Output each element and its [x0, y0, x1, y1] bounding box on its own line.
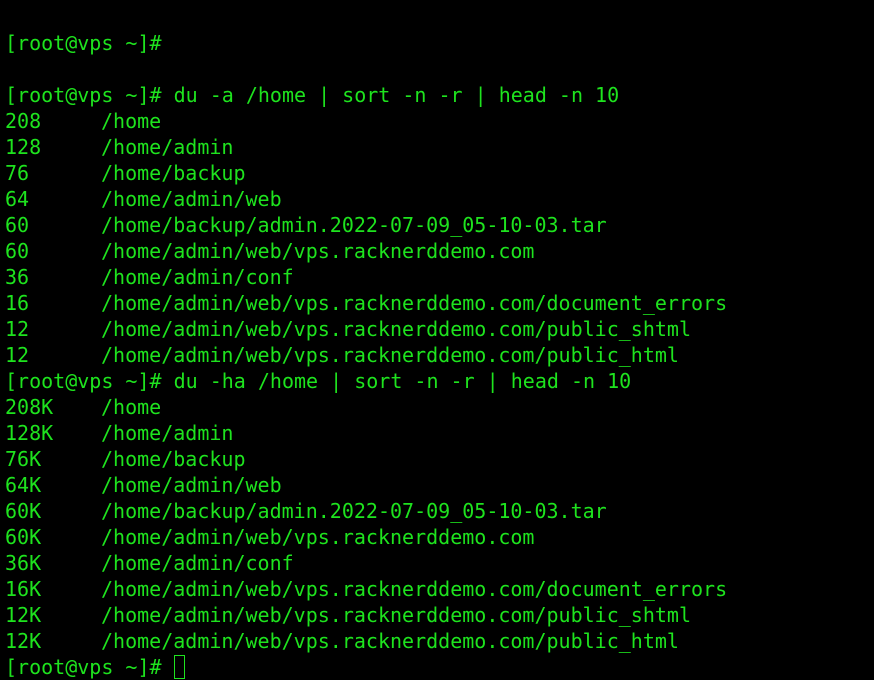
path-value: /home/admin/web/vps.racknerddemo.com/pub… [101, 629, 679, 653]
output-row: 76K/home/backup [5, 446, 727, 472]
prompt: [root@vps ~]# [5, 655, 162, 679]
size-value: 128 [5, 135, 42, 159]
size-value: 12 [5, 343, 30, 367]
terminal-output[interactable]: [root@vps ~]# [root@vps ~]# du -a /home … [5, 0, 727, 680]
path-value: /home/admin/web/vps.racknerddemo.com/pub… [101, 343, 679, 367]
size-value: 36 [5, 265, 30, 289]
size-value: 76 [5, 161, 30, 185]
command-text: du -ha /home | sort -n -r | head -n 10 [173, 369, 632, 393]
path-value: /home/backup/admin.2022-07-09_05-10-03.t… [101, 499, 607, 523]
command-line: [root@vps ~]# du -ha /home | sort -n -r … [5, 368, 727, 394]
prompt: [root@vps ~]# [5, 83, 162, 107]
output-row: 60/home/backup/admin.2022-07-09_05-10-03… [5, 212, 727, 238]
partial-prompt-line: [root@vps ~]# [5, 31, 162, 55]
size-value: 36K [5, 551, 42, 575]
path-value: /home/backup/admin.2022-07-09_05-10-03.t… [101, 213, 607, 237]
current-prompt-line: [root@vps ~]# [5, 654, 727, 680]
path-value: /home/admin/web/vps.racknerddemo.com [101, 239, 535, 263]
prompt: [root@vps ~]# [5, 369, 162, 393]
output-row: 16K/home/admin/web/vps.racknerddemo.com/… [5, 576, 727, 602]
output-row: 128K/home/admin [5, 420, 727, 446]
path-value: /home/admin/web/vps.racknerddemo.com/pub… [101, 603, 692, 627]
path-value: /home [101, 395, 162, 419]
output-row: 64K/home/admin/web [5, 472, 727, 498]
size-value: 60K [5, 499, 42, 523]
path-value: /home/admin/web/vps.racknerddemo.com/doc… [101, 291, 728, 315]
output-row: 60K/home/admin/web/vps.racknerddemo.com [5, 524, 727, 550]
output-row: 128/home/admin [5, 134, 727, 160]
output-row: 12K/home/admin/web/vps.racknerddemo.com/… [5, 602, 727, 628]
output-row: 36/home/admin/conf [5, 264, 727, 290]
output-row: 208/home [5, 108, 727, 134]
size-value: 76K [5, 447, 42, 471]
size-value: 16K [5, 577, 42, 601]
path-value: /home/admin [101, 135, 234, 159]
output-row: 12/home/admin/web/vps.racknerddemo.com/p… [5, 342, 727, 368]
output-row: 64/home/admin/web [5, 186, 727, 212]
size-value: 208K [5, 395, 54, 419]
path-value: /home/admin/conf [101, 551, 294, 575]
size-value: 12 [5, 317, 30, 341]
path-value: /home/admin/web/vps.racknerddemo.com [101, 525, 535, 549]
output-row: 208K/home [5, 394, 727, 420]
size-value: 16 [5, 291, 30, 315]
command-text: du -a /home | sort -n -r | head -n 10 [173, 83, 620, 107]
path-value: /home/admin/web [101, 473, 282, 497]
size-value: 64K [5, 473, 42, 497]
size-value: 12K [5, 629, 42, 653]
size-value: 60 [5, 239, 30, 263]
size-value: 64 [5, 187, 30, 211]
path-value: /home/admin/web [101, 187, 282, 211]
size-value: 60K [5, 525, 42, 549]
size-value: 208 [5, 109, 42, 133]
size-value: 60 [5, 213, 30, 237]
output-row: 12K/home/admin/web/vps.racknerddemo.com/… [5, 628, 727, 654]
path-value: /home/admin/web/vps.racknerddemo.com/doc… [101, 577, 728, 601]
output-row: 60/home/admin/web/vps.racknerddemo.com [5, 238, 727, 264]
cursor[interactable] [173, 655, 185, 679]
command-line: [root@vps ~]# du -a /home | sort -n -r |… [5, 82, 727, 108]
output-row: 36K/home/admin/conf [5, 550, 727, 576]
path-value: /home/backup [101, 161, 246, 185]
path-value: /home/admin/web/vps.racknerddemo.com/pub… [101, 317, 692, 341]
size-value: 128K [5, 421, 54, 445]
size-value: 12K [5, 603, 42, 627]
output-row: 60K/home/backup/admin.2022-07-09_05-10-0… [5, 498, 727, 524]
output-row: 12/home/admin/web/vps.racknerddemo.com/p… [5, 316, 727, 342]
path-value: /home/admin/conf [101, 265, 294, 289]
output-row: 76/home/backup [5, 160, 727, 186]
path-value: /home [101, 109, 162, 133]
path-value: /home/admin [101, 421, 234, 445]
path-value: /home/backup [101, 447, 246, 471]
output-row: 16/home/admin/web/vps.racknerddemo.com/d… [5, 290, 727, 316]
